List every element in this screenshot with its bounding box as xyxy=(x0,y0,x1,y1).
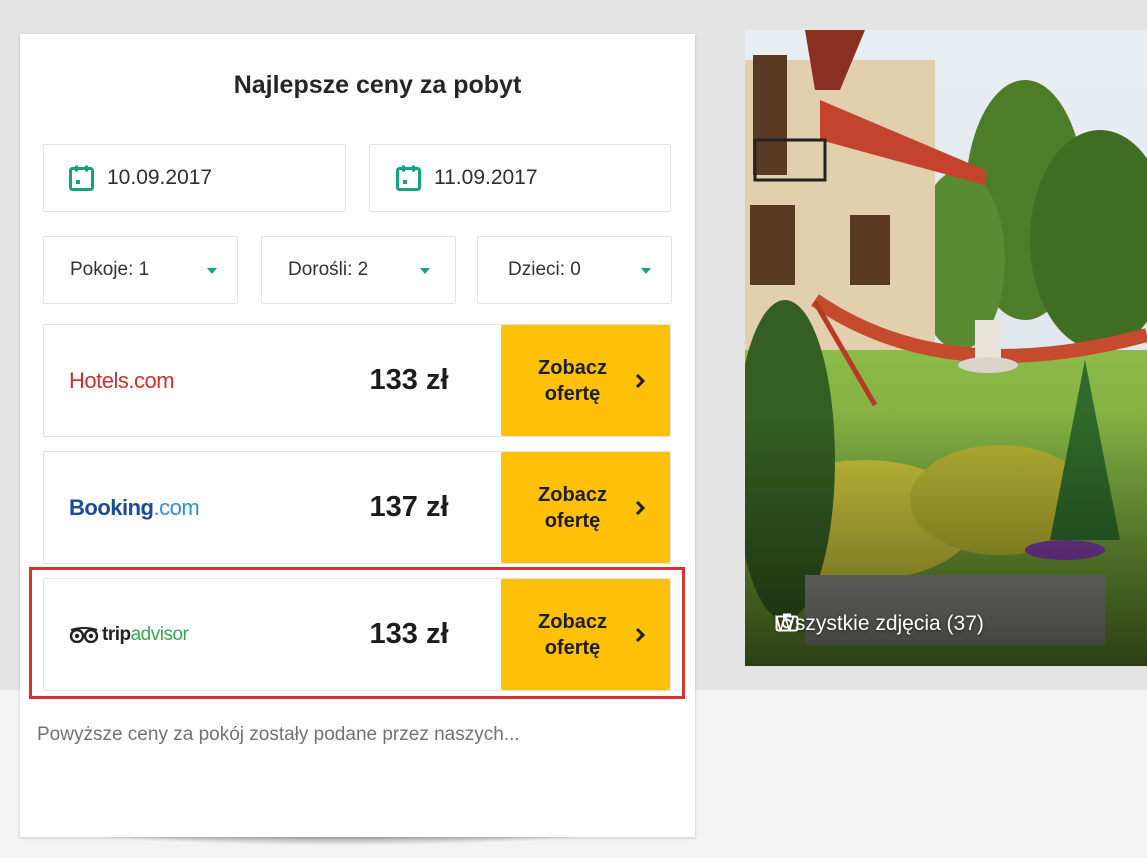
caret-down-icon xyxy=(420,268,430,274)
adults-select[interactable]: Dorośli: 2 xyxy=(261,236,456,304)
hotel-photo[interactable]: Wszystkie zdjęcia (37) xyxy=(745,30,1147,666)
hotels-logo-part2: .com xyxy=(128,367,175,393)
chevron-right-icon xyxy=(635,500,645,515)
hotel-photo-image xyxy=(745,30,1147,666)
widget-title: Najlepsze ceny za pobyt xyxy=(233,71,522,99)
best-prices-widget: Najlepsze ceny za pobyt 10.09.2017 11.09… xyxy=(20,34,695,837)
camera-icon xyxy=(775,613,799,632)
hotels-logo-part1: Hotels xyxy=(69,367,129,393)
view-offer-label: Zobacz ofertę xyxy=(538,356,607,405)
price-disclaimer[interactable]: Powyższe ceny za pokój zostały podane pr… xyxy=(37,724,677,746)
all-photos-label: Wszystkie zdjęcia (37) xyxy=(775,612,984,635)
booking-logo: Booking .com xyxy=(69,452,200,563)
checkout-date-field[interactable]: 11.09.2017 xyxy=(369,144,671,212)
calendar-icon xyxy=(69,165,94,191)
children-select[interactable]: Dzieci: 0 xyxy=(477,236,672,304)
view-offer-button[interactable]: Zobacz ofertę xyxy=(501,325,670,436)
offer-row-hotels[interactable]: Hotels .com 133 zł Zobacz ofertę xyxy=(43,324,671,437)
offer-price: 133 zł xyxy=(369,364,449,396)
rooms-select-label: Pokoje: 1 xyxy=(70,259,150,280)
children-select-label: Dzieci: 0 xyxy=(508,259,581,280)
hotels-logo: Hotels .com xyxy=(69,325,175,436)
view-offer-label: Zobacz ofertę xyxy=(538,483,607,532)
checkin-date-field[interactable]: 10.09.2017 xyxy=(43,144,346,212)
offer-price: 137 zł xyxy=(369,491,449,523)
caret-down-icon xyxy=(641,268,651,274)
booking-logo-part1: Booking xyxy=(69,494,154,520)
checkin-date-value: 10.09.2017 xyxy=(107,166,213,189)
caret-down-icon xyxy=(207,268,217,274)
highlighted-offer-frame xyxy=(29,567,685,699)
view-offer-button[interactable]: Zobacz ofertę xyxy=(501,452,670,563)
offer-row-booking[interactable]: Booking .com 137 zł Zobacz ofertę xyxy=(43,451,671,564)
checkout-date-value: 11.09.2017 xyxy=(434,166,538,189)
booking-logo-part2: .com xyxy=(153,494,200,520)
chevron-right-icon xyxy=(635,373,645,388)
adults-select-label: Dorośli: 2 xyxy=(288,259,369,280)
all-photos-link[interactable]: Wszystkie zdjęcia (37) xyxy=(775,612,984,636)
calendar-icon xyxy=(396,165,421,191)
rooms-select[interactable]: Pokoje: 1 xyxy=(43,236,238,304)
